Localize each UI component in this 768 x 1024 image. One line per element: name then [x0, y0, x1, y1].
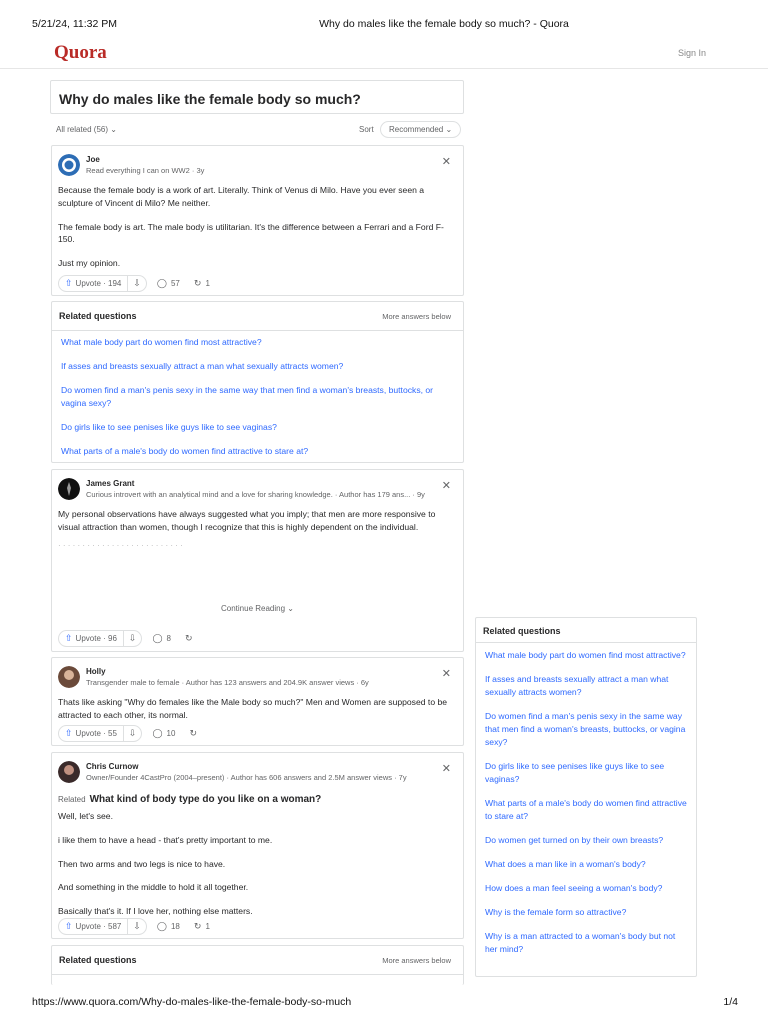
author-name[interactable]: James Grant: [86, 479, 134, 488]
sidebar-related-questions: Related questions What male body part do…: [475, 617, 697, 977]
chevron-down-icon: ⌄: [445, 125, 453, 134]
downvote-arrow-icon[interactable]: ⇩: [124, 633, 142, 644]
print-page-number: 1/4: [723, 996, 738, 1008]
author-credential: Owner/Founder 4CastPro (2004–present) · …: [86, 773, 407, 782]
upvote-button[interactable]: ⇧ Upvote · 96: [59, 630, 124, 646]
answer-actions: ⇧ Upvote · 96 ⇩ ◯ 8 ↻: [58, 629, 197, 647]
comment-bubble-icon: ◯: [152, 632, 163, 643]
answer-card: James Grant Curious introvert with an an…: [51, 469, 464, 652]
downvote-arrow-icon[interactable]: ⇩: [128, 921, 146, 932]
answer-card: Joe Read everything I can on WW2 · 3y ✕ …: [51, 145, 464, 296]
share-button[interactable]: ↻: [185, 728, 201, 739]
author-name[interactable]: Holly: [86, 667, 106, 676]
upvote-arrow-icon: ⇧: [65, 920, 73, 931]
sort-dropdown[interactable]: Recommended ⌄: [380, 121, 462, 138]
share-icon: ↻: [193, 277, 202, 288]
sort-label: Sort: [359, 125, 374, 134]
all-related-dropdown[interactable]: All related (56) ⌄: [56, 125, 117, 134]
topbar: Quora Sign In: [0, 38, 768, 69]
answer-card: Holly Transgender male to female · Autho…: [51, 657, 464, 746]
comment-button[interactable]: ◯ 18: [153, 921, 184, 932]
related-questions-card: Related questions More answers below Wha…: [51, 301, 464, 463]
author-credential: Read everything I can on WW2 · 3y: [86, 166, 205, 175]
answer-body: Thats like asking "Why do females like t…: [58, 697, 448, 720]
answer-actions: ⇧ Upvote · 55 ⇩ ◯ 10 ↻: [58, 724, 201, 742]
close-icon[interactable]: ✕: [442, 155, 451, 168]
share-button[interactable]: ↻ 1: [190, 921, 214, 932]
answer-body: Well, let's see. i like them to have a h…: [58, 811, 273, 917]
filter-bar: All related (56) ⌄ Sort Recommended ⌄: [56, 121, 464, 138]
sidebar-question-link[interactable]: How does a man feel seeing a woman's bod…: [485, 882, 687, 895]
quora-logo[interactable]: Quora: [54, 42, 107, 64]
more-answers-below: More answers below: [382, 956, 451, 965]
related-question-link[interactable]: What parts of a male's body do women fin…: [61, 445, 454, 458]
answer-body: Because the female body is a work of art…: [58, 185, 444, 269]
comment-button[interactable]: ◯ 8: [148, 633, 175, 644]
sidebar-question-link[interactable]: If asses and breasts sexually attract a …: [485, 673, 687, 699]
answer-actions: ⇧ Upvote · 587 ⇩ ◯ 18 ↻ 1: [58, 917, 214, 935]
continue-reading-button[interactable]: Continue Reading ⌄: [52, 604, 463, 613]
related-question-heading[interactable]: Related What kind of body type do you lik…: [58, 789, 457, 807]
author-credential: Transgender male to female · Author has …: [86, 678, 369, 687]
sidebar-question-link[interactable]: Do women get turned on by their own brea…: [485, 834, 687, 847]
related-question-link[interactable]: Do girls like to see penises like guys l…: [61, 421, 454, 434]
share-button[interactable]: ↻: [181, 633, 197, 644]
close-icon[interactable]: ✕: [442, 762, 451, 775]
comment-bubble-icon: ◯: [152, 727, 163, 738]
more-answers-below: More answers below: [382, 312, 451, 321]
author-name[interactable]: Chris Curnow: [86, 762, 138, 771]
share-icon: ↻: [189, 727, 197, 738]
print-page-title: Why do males like the female body so muc…: [319, 18, 569, 30]
chevron-down-icon: ⌄: [110, 125, 117, 134]
related-question-link[interactable]: If asses and breasts sexually attract a …: [61, 360, 454, 373]
upvote-arrow-icon: ⇧: [65, 632, 73, 643]
comment-bubble-icon: ◯: [156, 920, 167, 931]
sidebar-question-link[interactable]: What does a man like in a woman's body?: [485, 858, 687, 871]
comment-button[interactable]: ◯ 57: [153, 278, 184, 289]
sidebar-question-link[interactable]: What parts of a male's body do women fin…: [485, 797, 687, 823]
question-card: Why do males like the female body so muc…: [50, 80, 464, 114]
sidebar-question-link[interactable]: Why is the female form so attractive?: [485, 906, 687, 919]
upvote-button[interactable]: ⇧ Upvote · 194: [59, 275, 129, 291]
sidebar-question-link[interactable]: What male body part do women find most a…: [485, 649, 687, 662]
upvote-button[interactable]: ⇧ Upvote · 587: [59, 918, 129, 934]
avatar[interactable]: [58, 154, 80, 176]
upvote-arrow-icon: ⇧: [65, 727, 73, 738]
close-icon[interactable]: ✕: [442, 479, 451, 492]
avatar[interactable]: [58, 478, 80, 500]
answer-body: My personal observations have always sug…: [58, 508, 457, 546]
faded-text-preview: · · · · · · · · · · · · · · · · · · · · …: [58, 540, 183, 546]
downvote-arrow-icon[interactable]: ⇩: [124, 728, 142, 739]
close-icon[interactable]: ✕: [442, 667, 451, 680]
answer-card: Chris Curnow Owner/Founder 4CastPro (200…: [51, 752, 464, 939]
comment-button[interactable]: ◯ 10: [148, 728, 179, 739]
sidebar-question-link[interactable]: Do girls like to see penises like guys l…: [485, 760, 687, 786]
sidebar-title: Related questions: [483, 626, 561, 636]
print-header: 5/21/24, 11:32 PM Why do males like the …: [0, 18, 768, 32]
related-questions-title: Related questions: [59, 955, 137, 965]
sign-in-link[interactable]: Sign In: [678, 48, 706, 58]
related-question-link[interactable]: Do women find a man's penis sexy in the …: [61, 384, 454, 410]
chevron-down-icon: ⌄: [287, 604, 294, 613]
question-title: Why do males like the female body so muc…: [59, 91, 361, 107]
avatar[interactable]: [58, 761, 80, 783]
downvote-arrow-icon[interactable]: ⇩: [128, 278, 146, 289]
related-questions-title: Related questions: [59, 311, 137, 321]
author-credential: Curious introvert with an analytical min…: [86, 490, 425, 499]
share-icon: ↻: [184, 632, 193, 643]
print-url: https://www.quora.com/Why-do-males-like-…: [32, 996, 352, 1008]
upvote-arrow-icon: ⇧: [65, 277, 73, 288]
sidebar-question-link[interactable]: Do women find a man's penis sexy in the …: [485, 710, 687, 749]
related-question-link[interactable]: What male body part do women find most a…: [61, 336, 454, 349]
upvote-button[interactable]: ⇧ Upvote · 55: [59, 725, 124, 741]
sidebar-question-link[interactable]: Why is a man attracted to a woman's body…: [485, 930, 687, 956]
comment-bubble-icon: ◯: [156, 277, 167, 288]
answer-actions: ⇧ Upvote · 194 ⇩ ◯ 57 ↻ 1: [58, 274, 214, 292]
author-name[interactable]: Joe: [86, 155, 100, 164]
share-button[interactable]: ↻ 1: [190, 278, 214, 289]
avatar[interactable]: [58, 666, 80, 688]
share-icon: ↻: [193, 920, 202, 931]
related-questions-card: Related questions More answers below: [51, 945, 464, 985]
